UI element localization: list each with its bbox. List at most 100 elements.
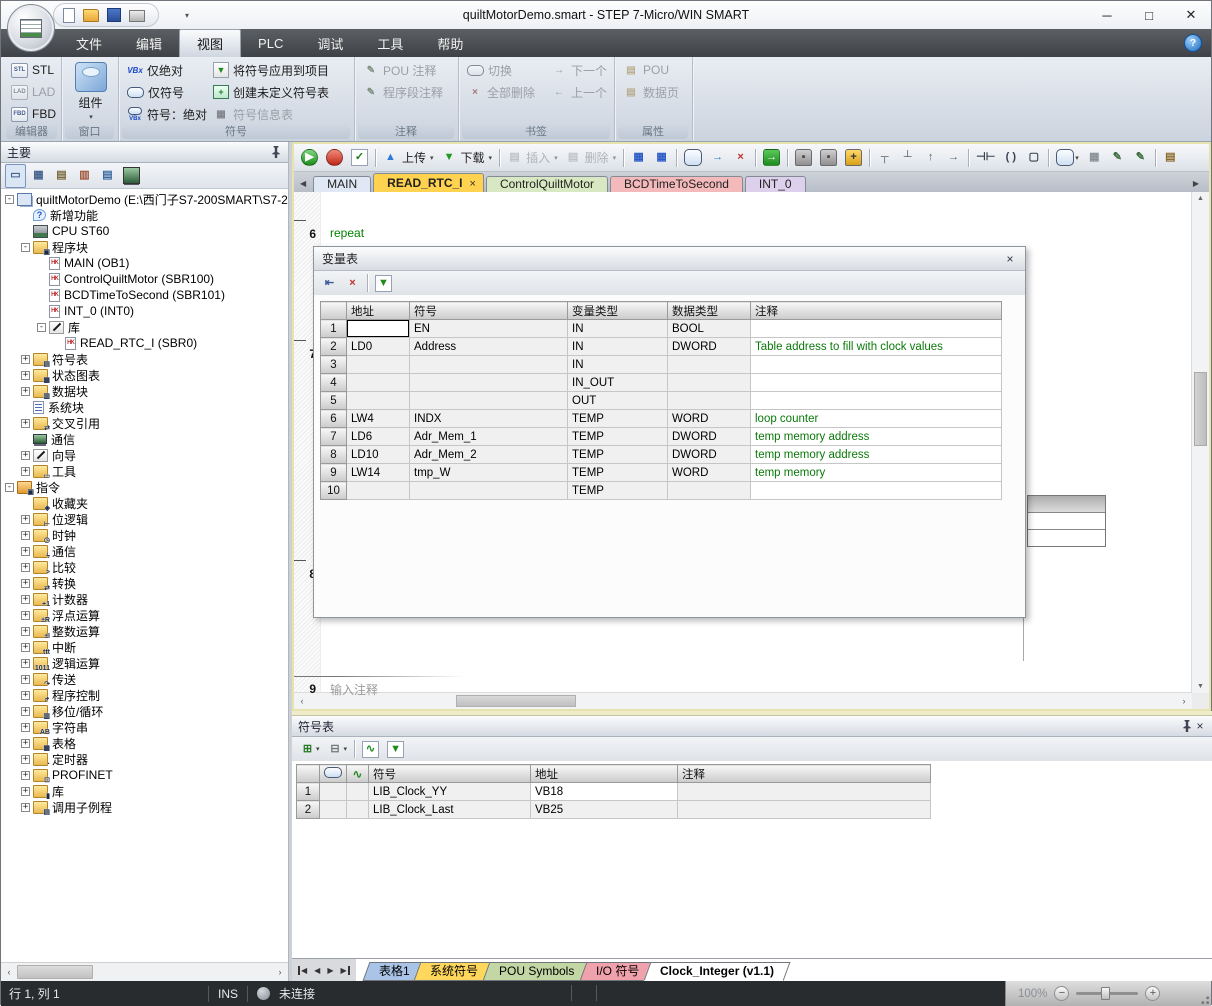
tree-item[interactable]: ?新增功能 xyxy=(1,207,288,223)
tree-item[interactable]: +ttt中断 xyxy=(1,639,288,655)
cell[interactable]: DWORD xyxy=(668,446,751,464)
symbol-table-view-button[interactable]: ▭ xyxy=(5,164,26,188)
tree-item[interactable]: +↷传送 xyxy=(1,671,288,687)
tree-item[interactable]: +向导 xyxy=(1,447,288,463)
row-number[interactable]: 4 xyxy=(321,374,347,392)
tree-item[interactable]: +▭工具 xyxy=(1,463,288,479)
cell[interactable] xyxy=(347,392,410,410)
cell[interactable]: temp memory address xyxy=(751,428,1002,446)
insert-box-button[interactable]: ▢ xyxy=(1023,146,1044,170)
tree-expander-icon[interactable]: + xyxy=(21,787,30,796)
tree-item[interactable]: +▥数据块 xyxy=(1,383,288,399)
minimize-button[interactable]: ─ xyxy=(1093,5,1121,25)
tree-expander-icon[interactable]: + xyxy=(21,515,30,524)
pou-comments-button[interactable]: ✎ xyxy=(1107,146,1128,170)
tree-item[interactable]: +⇄交叉引用 xyxy=(1,415,288,431)
tree-item[interactable]: +◔定时器 xyxy=(1,751,288,767)
goto-button[interactable]: → xyxy=(760,146,783,170)
delete-network-button[interactable]: ▦ xyxy=(651,146,672,170)
cell[interactable] xyxy=(347,356,410,374)
tree-item[interactable]: 系统块 xyxy=(1,399,288,415)
lad-button[interactable]: LADLAD xyxy=(8,82,57,102)
data-block-view-button[interactable]: ▤ xyxy=(51,164,72,188)
cell[interactable]: INDX xyxy=(410,410,568,428)
tree-expander-icon[interactable]: + xyxy=(21,643,30,652)
stl-button[interactable]: STLSTL xyxy=(8,60,57,80)
symbol-type-cell[interactable] xyxy=(320,783,347,801)
tree-expander-icon[interactable]: + xyxy=(21,691,30,700)
tree-expander-icon[interactable]: + xyxy=(21,675,30,684)
tree-expander-icon[interactable]: + xyxy=(21,803,30,812)
network-comment[interactable]: repeat xyxy=(330,226,364,240)
scroll-thumb[interactable] xyxy=(17,965,93,979)
toggle-bookmark-button[interactable] xyxy=(681,146,705,170)
symbol-cell[interactable]: LIB_Clock_YY xyxy=(369,783,531,801)
cell[interactable] xyxy=(751,374,1002,392)
cell[interactable]: DWORD xyxy=(668,338,751,356)
tree-item[interactable]: -▣指令 xyxy=(1,479,288,495)
column-header[interactable]: 符号 xyxy=(410,302,568,320)
address-cell[interactable]: VB18 xyxy=(531,783,678,801)
cell[interactable]: TEMP xyxy=(568,410,668,428)
io-type-cell[interactable] xyxy=(347,783,369,801)
network-comments-button[interactable]: ✎ xyxy=(1130,146,1151,170)
cell[interactable]: Table address to fill with clock values xyxy=(751,338,1002,356)
previous-table-button[interactable]: ◀ xyxy=(314,966,320,975)
cell[interactable] xyxy=(410,392,568,410)
cell[interactable]: loop counter xyxy=(751,410,1002,428)
cell[interactable]: Adr_Mem_1 xyxy=(410,428,568,446)
cell[interactable]: Adr_Mem_2 xyxy=(410,446,568,464)
row-number[interactable]: 10 xyxy=(321,482,347,500)
column-header[interactable]: 注释 xyxy=(751,302,1002,320)
tab-scroll-right-icon[interactable]: ▶ xyxy=(1193,179,1199,188)
tree-item[interactable]: 通信 xyxy=(1,431,288,447)
tree-item[interactable]: HKINT_0 (INT0) xyxy=(1,303,288,319)
insert-symbol-button[interactable]: ⊞▾ xyxy=(297,737,323,761)
cell[interactable]: IN xyxy=(568,356,668,374)
editor-hscrollbar[interactable]: ‹ › xyxy=(294,692,1192,709)
line-up-button[interactable]: ↑ xyxy=(920,146,941,170)
tree-item[interactable]: +▤调用子例程 xyxy=(1,799,288,815)
scroll-right-icon[interactable]: › xyxy=(272,963,288,981)
tree-item[interactable]: +▥移位/循环 xyxy=(1,703,288,719)
run-button[interactable]: ▶ xyxy=(298,146,321,170)
row-number[interactable]: 5 xyxy=(321,392,347,410)
row-number[interactable]: 8 xyxy=(321,446,347,464)
pou-tab[interactable]: INT_0 xyxy=(745,176,806,192)
tree-expander-icon[interactable]: + xyxy=(21,611,30,620)
menu-item-6[interactable]: 帮助 xyxy=(420,29,480,57)
cell[interactable] xyxy=(751,392,1002,410)
zoom-slider-thumb[interactable] xyxy=(1101,987,1110,1000)
data-page-button[interactable]: ▤数据页 xyxy=(620,82,688,102)
tree-item[interactable]: CPU ST60 xyxy=(1,223,288,239)
cell[interactable] xyxy=(410,356,568,374)
tree-item[interactable]: +±I整数运算 xyxy=(1,623,288,639)
cell[interactable] xyxy=(410,374,568,392)
row-number[interactable]: 1 xyxy=(297,783,320,801)
tab-scroll-left-icon[interactable]: ◀ xyxy=(300,179,306,188)
column-header[interactable]: 注释 xyxy=(678,765,931,783)
lock-button[interactable]: ▪ xyxy=(792,146,815,170)
tree-expander-icon[interactable]: - xyxy=(21,243,30,252)
address-cell[interactable]: VB25 xyxy=(531,801,678,819)
tree-expander-icon[interactable]: + xyxy=(21,723,30,732)
row-number[interactable]: 1 xyxy=(321,320,347,338)
delete-symbol-button[interactable]: ⊟▾ xyxy=(325,737,351,761)
next-table-button[interactable]: ▶ xyxy=(327,966,333,975)
tree-expander-icon[interactable]: + xyxy=(21,595,30,604)
communications-view-button[interactable] xyxy=(120,164,143,188)
network-comment-placeholder[interactable]: 输入注释 xyxy=(330,681,378,698)
zoom-slider[interactable] xyxy=(1076,992,1138,995)
row-number[interactable]: 7 xyxy=(321,428,347,446)
menu-item-3[interactable]: PLC xyxy=(241,29,300,57)
cell[interactable]: WORD xyxy=(668,410,751,428)
tree-item[interactable]: +⊢位逻辑 xyxy=(1,511,288,527)
tree-expander-icon[interactable]: - xyxy=(5,483,14,492)
insert-branch-up-button[interactable]: ┴ xyxy=(897,146,918,170)
tree-item[interactable]: +1011逻辑运算 xyxy=(1,655,288,671)
cell[interactable] xyxy=(668,392,751,410)
comment-cell[interactable] xyxy=(678,783,931,801)
cell[interactable] xyxy=(751,320,1002,338)
maximize-button[interactable]: □ xyxy=(1135,5,1163,25)
tree-item[interactable]: HKBCDTimeToSecond (SBR101) xyxy=(1,287,288,303)
